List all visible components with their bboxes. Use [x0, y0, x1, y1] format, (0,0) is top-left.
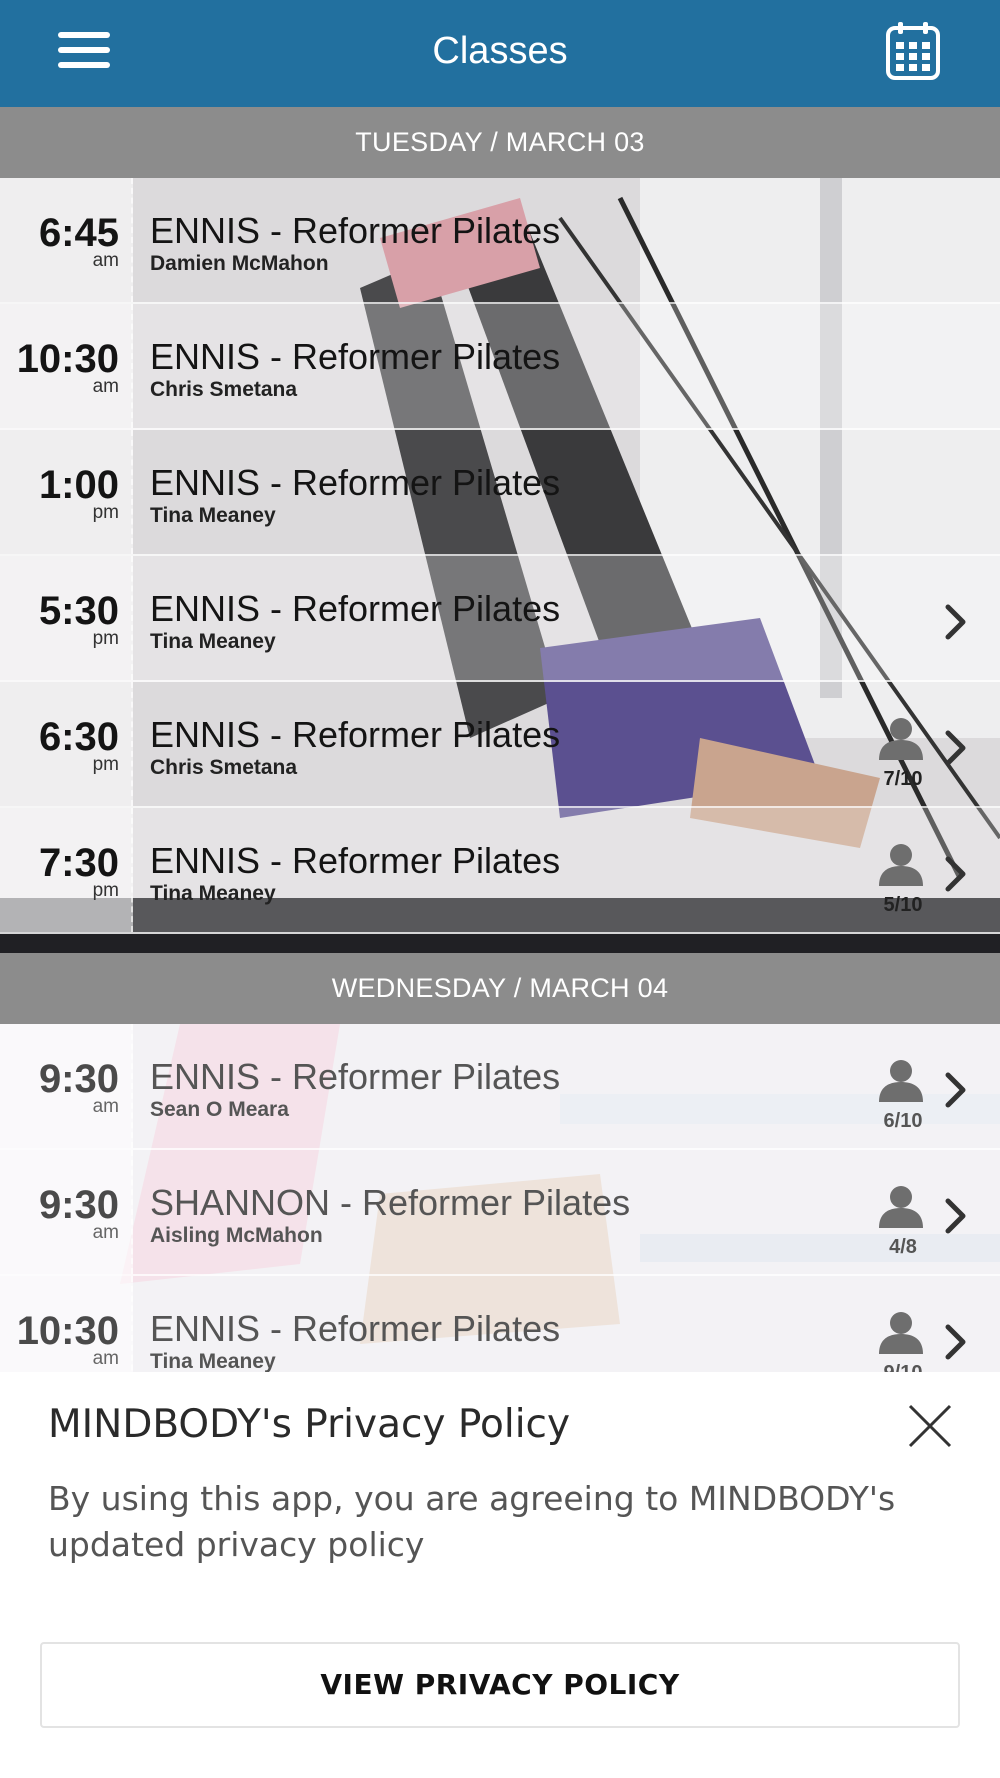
- class-row[interactable]: 6:30 pm ENNIS - Reformer Pilates Chris Smet…: [0, 682, 1000, 808]
- class-name: ENNIS - Reformer Pilates: [150, 588, 561, 629]
- class-row[interactable]: 1:00 pm ENNIS - Reformer Pilates Tina Meane…: [0, 430, 1000, 556]
- instructor-name: Chris Smetana: [150, 756, 298, 779]
- class-ampm: am: [92, 1096, 119, 1117]
- class-row[interactable]: 9:30 am ENNIS - Reformer Pilates Sean O Mea…: [0, 1024, 1000, 1150]
- person-icon: [876, 1058, 926, 1104]
- class-row[interactable]: 10:30 am ENNIS - Reformer Pilates Chris Sme…: [0, 304, 1000, 430]
- time-column: 9:30 am: [0, 1150, 133, 1274]
- chevron-right-icon[interactable]: [943, 1070, 969, 1110]
- class-ampm: pm: [92, 502, 119, 523]
- view-privacy-policy-button[interactable]: VIEW PRIVACY POLICY: [40, 1642, 960, 1728]
- chevron-right-icon[interactable]: [943, 602, 969, 642]
- instructor-name: Tina Meaney: [150, 504, 276, 527]
- time-column: 1:00 pm: [0, 430, 133, 554]
- calendar-icon[interactable]: [884, 20, 942, 82]
- spots-count: 4/8: [889, 1236, 917, 1258]
- time-column: 6:45 am: [0, 178, 133, 302]
- instructor-name: Tina Meaney: [150, 882, 276, 905]
- class-list-day2: 9:30 am ENNIS - Reformer Pilates Sean O Mea…: [0, 1024, 1000, 1402]
- privacy-title: MINDBODY's Privacy Policy: [48, 1402, 571, 1447]
- instructor-name: Tina Meaney: [150, 1350, 276, 1373]
- chevron-right-icon[interactable]: [943, 1322, 969, 1362]
- class-name: ENNIS - Reformer Pilates: [150, 714, 561, 755]
- class-row[interactable]: 7:30 pm ENNIS - Reformer Pilates Tina Meane…: [0, 808, 1000, 934]
- class-row[interactable]: 5:30 pm ENNIS - Reformer Pilates Tina Meane…: [0, 556, 1000, 682]
- privacy-body: By using this app, you are agreeing to M…: [48, 1479, 896, 1564]
- spots-count: 5/10: [883, 894, 923, 916]
- person-icon: [876, 716, 926, 762]
- instructor-name: Tina Meaney: [150, 630, 276, 653]
- class-name: ENNIS - Reformer Pilates: [150, 1056, 561, 1097]
- instructor-name: Aisling McMahon: [150, 1224, 323, 1247]
- day-header: WEDNESDAY / MARCH 04: [0, 953, 1000, 1024]
- class-ampm: am: [92, 376, 119, 397]
- class-name: ENNIS - Reformer Pilates: [150, 210, 561, 251]
- class-ampm: pm: [92, 754, 119, 775]
- person-icon: [876, 1310, 926, 1356]
- class-name: ENNIS - Reformer Pilates: [150, 462, 561, 503]
- day-header: TUESDAY / MARCH 03: [0, 107, 1000, 178]
- class-ampm: am: [92, 250, 119, 271]
- class-list-day1: 6:45 am ENNIS - Reformer Pilates Damien McM…: [0, 178, 1000, 934]
- chevron-right-icon[interactable]: [943, 854, 969, 894]
- person-icon: [876, 1184, 926, 1230]
- class-ampm: am: [92, 1222, 119, 1243]
- time-column: 7:30 pm: [0, 808, 133, 932]
- instructor-name: Damien McMahon: [150, 252, 329, 275]
- time-column: 5:30 pm: [0, 556, 133, 680]
- chevron-right-icon[interactable]: [943, 728, 969, 768]
- class-ampm: pm: [92, 628, 119, 649]
- instructor-name: Sean O Meara: [150, 1098, 289, 1121]
- spots-count: 7/10: [883, 768, 923, 790]
- spots-count: 6/10: [883, 1110, 923, 1132]
- privacy-banner: MINDBODY's Privacy Policy By using this …: [0, 1372, 1000, 1778]
- close-icon[interactable]: [906, 1402, 954, 1450]
- class-name: SHANNON - Reformer Pilates: [150, 1182, 631, 1223]
- time-column: 10:30 am: [0, 304, 133, 428]
- class-name: ENNIS - Reformer Pilates: [150, 336, 561, 377]
- time-column: 6:30 pm: [0, 682, 133, 806]
- page-title: Classes: [432, 30, 568, 72]
- chevron-right-icon[interactable]: [943, 1196, 969, 1236]
- class-name: ENNIS - Reformer Pilates: [150, 1308, 561, 1349]
- time-column: 9:30 am: [0, 1024, 133, 1148]
- class-ampm: pm: [92, 880, 119, 901]
- class-ampm: am: [92, 1348, 119, 1369]
- class-row[interactable]: 6:45 am ENNIS - Reformer Pilates Damien McM…: [0, 178, 1000, 304]
- person-icon: [876, 842, 926, 888]
- instructor-name: Chris Smetana: [150, 378, 298, 401]
- class-name: ENNIS - Reformer Pilates: [150, 840, 561, 881]
- class-row[interactable]: 9:30 am SHANNON - Reformer Pilates Aisling …: [0, 1150, 1000, 1276]
- top-bar: Classes: [0, 0, 1000, 107]
